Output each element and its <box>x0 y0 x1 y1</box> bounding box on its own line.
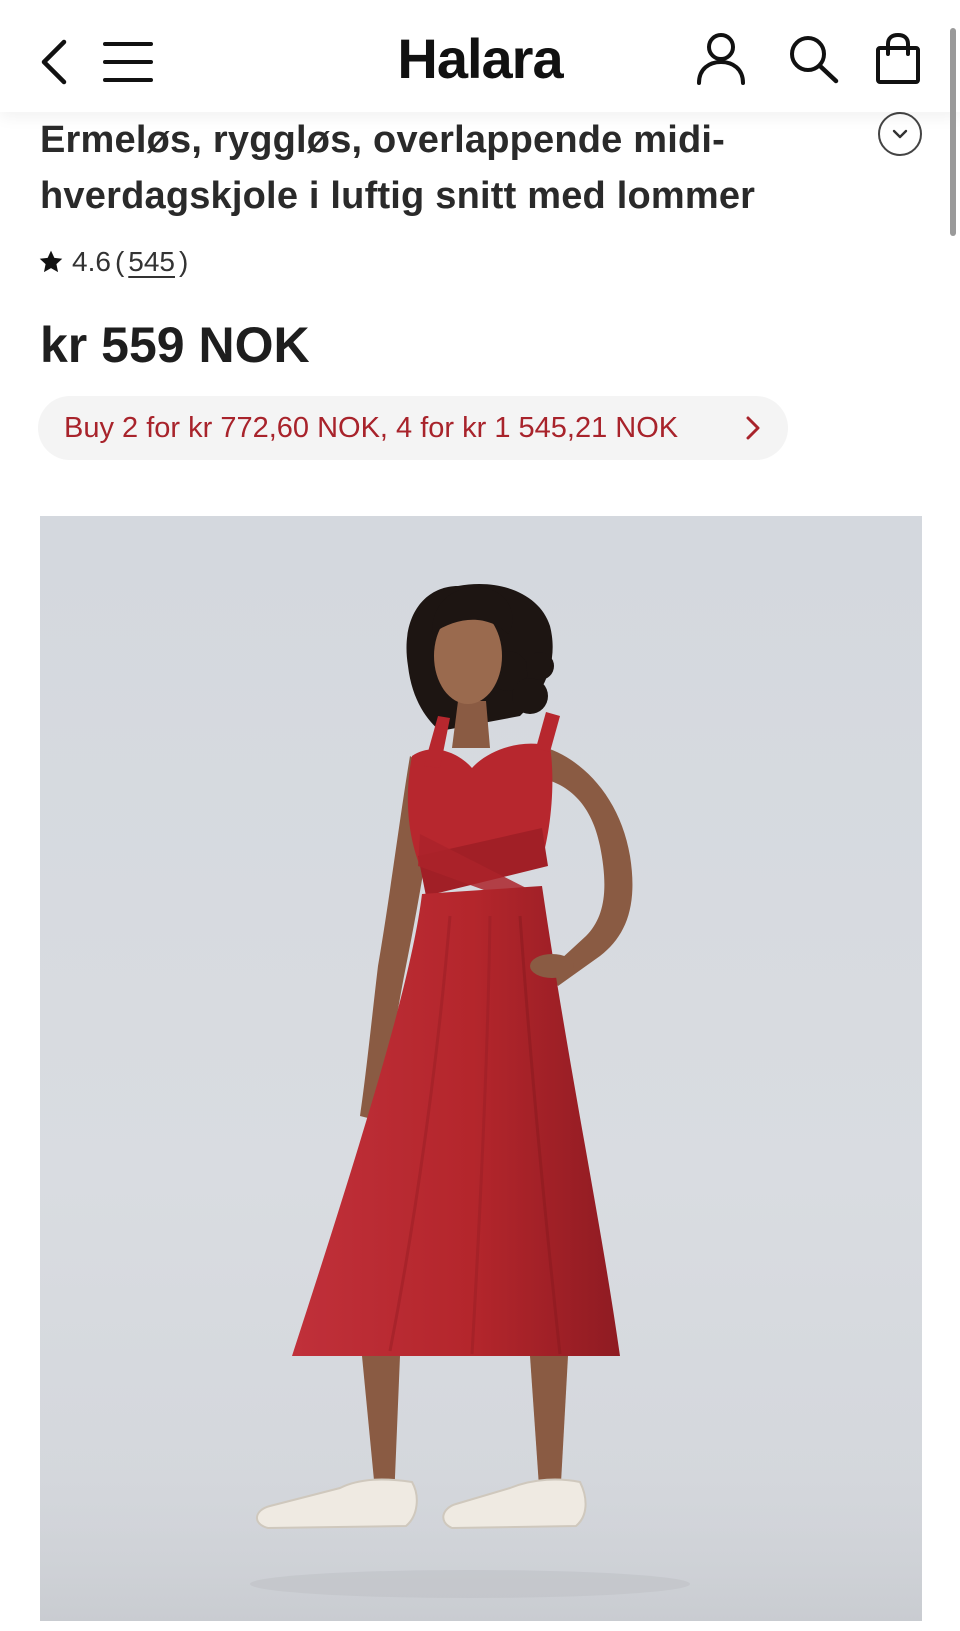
rating-paren-close: ) <box>178 246 189 277</box>
rating-paren-open: ( <box>114 246 125 277</box>
product-rating: 4.6 ( 545 ) <box>38 244 192 280</box>
chevron-right-icon <box>746 416 760 440</box>
star-icon <box>39 250 63 273</box>
rating-value: 4.6 <box>72 246 111 277</box>
shopping-bag-icon <box>876 32 920 84</box>
search-button[interactable] <box>786 32 842 84</box>
product-title: Ermeløs, ryggløs, overlappende midi-hver… <box>40 119 756 217</box>
expand-title-button[interactable] <box>878 112 922 156</box>
bundle-promo-button[interactable]: Buy 2 for kr 772,60 NOK, 4 for kr 1 545,… <box>38 396 788 460</box>
product-image[interactable] <box>40 516 922 1621</box>
product-price: kr 559 NOK <box>40 317 310 373</box>
account-button[interactable] <box>694 30 748 86</box>
search-icon <box>790 36 839 84</box>
chevron-down-icon <box>892 129 908 139</box>
model-in-red-dress-illustration <box>40 583 922 1621</box>
review-count-link[interactable]: 545 <box>128 246 175 278</box>
bundle-promo-text: Buy 2 for kr 772,60 NOK, 4 for kr 1 545,… <box>64 411 679 444</box>
top-navigation-bar: Halara <box>0 0 960 112</box>
shopping-bag-button[interactable] <box>872 32 924 86</box>
user-icon <box>697 33 745 85</box>
page-scrollbar[interactable] <box>950 28 956 236</box>
